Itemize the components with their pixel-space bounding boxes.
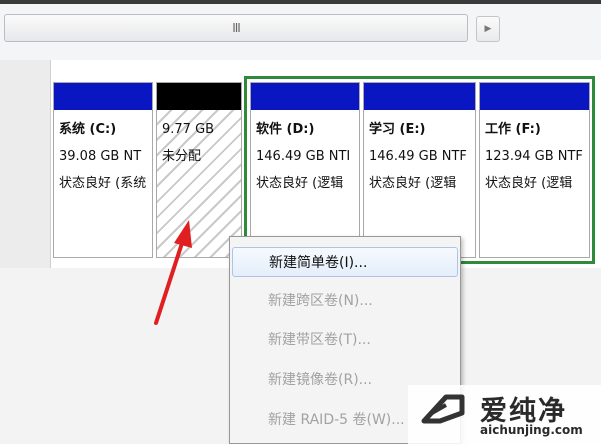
watermark-url: aichunjing.com: [480, 423, 583, 437]
red-arrow-annotation: [154, 220, 192, 325]
watermark: 爱纯净 aichunjing.com: [408, 385, 601, 444]
logo-icon: [421, 394, 465, 424]
arrow-head: [174, 220, 192, 248]
arrow-shaft: [154, 235, 186, 325]
